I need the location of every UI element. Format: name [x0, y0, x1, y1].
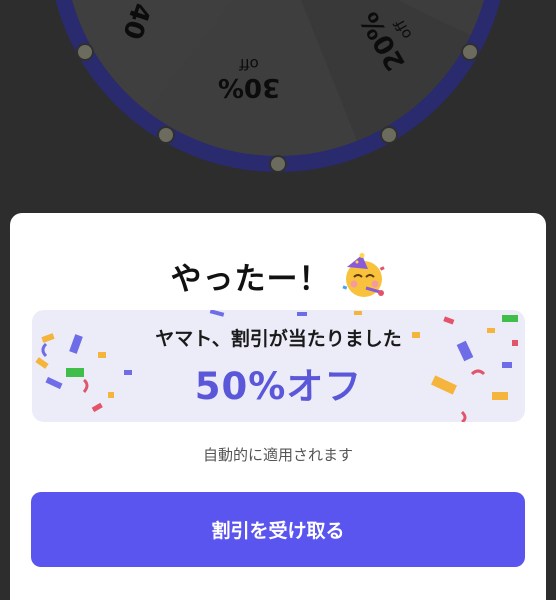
wheel-segment-value: 30% — [217, 72, 281, 102]
prize-wheel: 40 30% off 20% off — [0, 0, 556, 200]
prize-heading: ヤマト、割引が当たりました — [155, 328, 402, 350]
result-sheet: やったー！ ヤマト、割引が当たりました 50%オフ 自動的に適用されます 割引を… — [10, 213, 546, 600]
prize-discount-value: 50%オフ — [194, 365, 363, 408]
result-title-row: やったー！ — [10, 253, 546, 301]
app-screen: 40 30% off 20% off やったー！ ヤマト、割引が当たりました 5… — [0, 0, 556, 600]
auto-apply-note: 自動的に適用されます — [202, 446, 353, 464]
partying-face-icon — [340, 253, 386, 299]
result-title: やったー！ — [170, 261, 331, 298]
wheel-segment-label: 30% off — [214, 55, 284, 102]
prize-card: ヤマト、割引が当たりました 50%オフ — [32, 310, 525, 422]
wheel-segment-unit: off — [239, 55, 259, 73]
claim-discount-button[interactable]: 割引を受け取る — [31, 492, 525, 567]
